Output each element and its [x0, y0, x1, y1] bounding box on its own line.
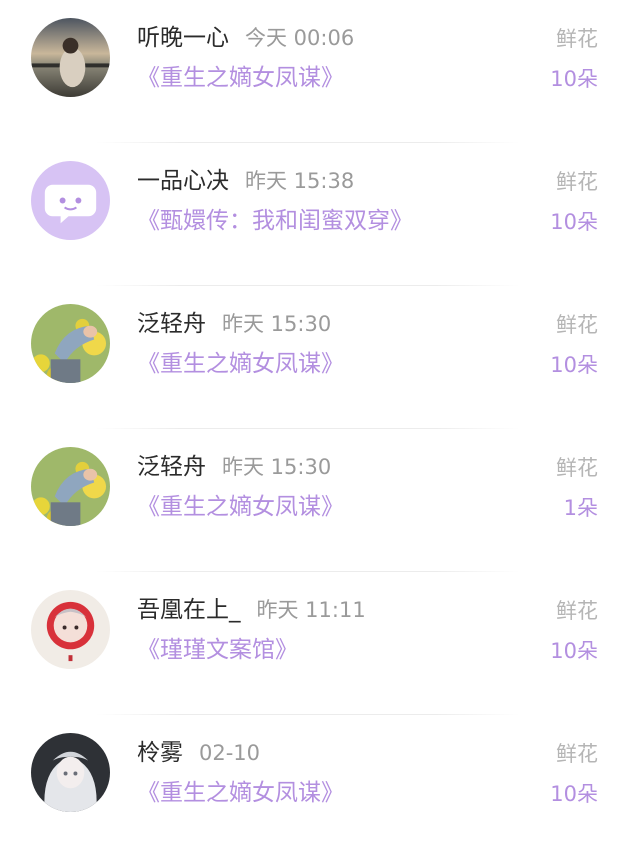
book-title-link[interactable]: 《瑾瑾文案馆》	[137, 634, 298, 666]
username[interactable]: 柃雾 02-10	[137, 737, 260, 769]
timestamp: 昨天 15:30	[222, 455, 332, 479]
timestamp: 02-10	[199, 741, 261, 765]
anime-girl-icon	[31, 733, 110, 812]
gift-type-label: 鲜花	[556, 742, 598, 766]
gift-count: 10朵	[550, 353, 598, 377]
list-item[interactable]: 吾凰在上_ 昨天 11:11 《瑾瑾文案馆》 鲜花 10朵	[0, 572, 640, 715]
avatar[interactable]	[31, 304, 110, 383]
list-item[interactable]: 泛轻舟 昨天 15:30 《重生之嫡女凤谋》 鲜花 10朵	[0, 286, 640, 429]
landscape-photo-icon	[31, 18, 110, 97]
flower-field-icon	[31, 304, 110, 383]
gift-count: 10朵	[550, 639, 598, 663]
list-item[interactable]: 柃雾 02-10 《重生之嫡女凤谋》 鲜花 10朵	[0, 715, 640, 858]
username[interactable]: 泛轻舟 昨天 15:30	[137, 308, 331, 340]
username[interactable]: 一品心决 昨天 15:38	[137, 165, 354, 197]
avatar[interactable]	[31, 447, 110, 526]
book-title-link[interactable]: 《重生之嫡女凤谋》	[137, 777, 344, 809]
gift-count: 1朵	[563, 496, 598, 520]
gift-type-label: 鲜花	[556, 456, 598, 480]
timestamp: 今天 00:06	[245, 26, 355, 50]
timestamp: 昨天 15:38	[245, 169, 355, 193]
list-item[interactable]: 泛轻舟 昨天 15:30 《重生之嫡女凤谋》 鲜花 1朵	[0, 429, 640, 572]
chat-bubble-icon	[31, 161, 110, 240]
gift-count: 10朵	[550, 782, 598, 806]
book-title-link[interactable]: 《甄嬛传：我和闺蜜双穿》	[137, 205, 413, 237]
book-title-link[interactable]: 《重生之嫡女凤谋》	[137, 348, 344, 380]
flower-field-icon	[31, 447, 110, 526]
timestamp: 昨天 15:30	[222, 312, 332, 336]
gift-type-label: 鲜花	[556, 27, 598, 51]
flower-gift-list: 听晚一心 今天 00:06 《重生之嫡女凤谋》 鲜花 10朵 一品心决 昨天 15:…	[0, 0, 640, 839]
avatar[interactable]	[31, 18, 110, 97]
gift-type-label: 鲜花	[556, 599, 598, 623]
gift-type-label: 鲜花	[556, 313, 598, 337]
gift-count: 10朵	[550, 67, 598, 91]
username[interactable]: 吾凰在上_ 昨天 11:11	[137, 594, 366, 626]
avatar[interactable]	[31, 590, 110, 669]
book-title-link[interactable]: 《重生之嫡女凤谋》	[137, 491, 344, 523]
anime-girl-icon	[31, 590, 110, 669]
timestamp: 昨天 11:11	[256, 598, 366, 622]
username[interactable]: 听晚一心 今天 00:06	[137, 22, 354, 54]
list-item[interactable]: 听晚一心 今天 00:06 《重生之嫡女凤谋》 鲜花 10朵	[0, 0, 640, 143]
book-title-link[interactable]: 《重生之嫡女凤谋》	[137, 62, 344, 94]
username[interactable]: 泛轻舟 昨天 15:30	[137, 451, 331, 483]
list-item[interactable]: 一品心决 昨天 15:38 《甄嬛传：我和闺蜜双穿》 鲜花 10朵	[0, 143, 640, 286]
avatar[interactable]	[31, 161, 110, 240]
gift-type-label: 鲜花	[556, 170, 598, 194]
avatar[interactable]	[31, 733, 110, 812]
gift-count: 10朵	[550, 210, 598, 234]
